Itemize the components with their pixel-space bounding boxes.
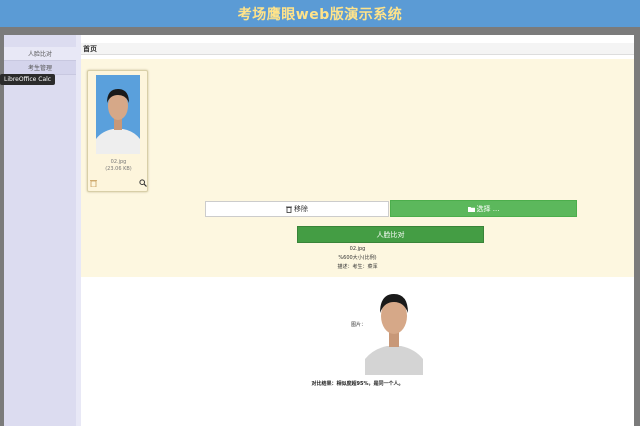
trash-icon[interactable]	[90, 179, 97, 187]
file-preview-card: 02.jpg (23.06 KB)	[87, 70, 148, 192]
right-border	[634, 35, 640, 426]
face-compare-button[interactable]: 人脸比对	[297, 226, 484, 243]
header-divider	[0, 27, 640, 35]
file-size: (23.06 KB)	[105, 166, 132, 172]
result-photo	[365, 279, 423, 375]
compare-result: 02.jpg %600大小(比例) 描述：考生：菜浑 图片： 对比结果：相似度超…	[81, 245, 634, 387]
candidate-photo-thumbnail	[96, 75, 140, 154]
sidebar-item-candidate-management[interactable]: 考生管理	[4, 61, 76, 75]
result-size: %600大小(比例)	[338, 255, 377, 261]
face-compare-button-label: 人脸比对	[376, 230, 405, 239]
remove-button-label: 移除	[294, 205, 308, 213]
remove-button[interactable]: 移除	[205, 201, 389, 217]
sidebar-item-label: 人脸比对	[27, 51, 52, 58]
zoom-icon[interactable]	[139, 179, 147, 187]
folder-open-icon	[467, 206, 475, 212]
main-content: 首页 02.jpg (23.06 KB) 移除 选择 ... 人脸比对 02.j…	[81, 35, 634, 426]
sidebar-item-face-compare[interactable]: 人脸比对	[4, 47, 76, 61]
result-image-label: 图片：	[351, 322, 367, 328]
sidebar: 人脸比对 考生管理	[4, 35, 76, 426]
trash-icon	[286, 206, 292, 213]
result-description: 描述：考生：菜浑	[337, 264, 378, 270]
result-conclusion: 对比结果：相似度超95%，是同一个人。	[311, 381, 404, 387]
result-filename: 02.jpg	[349, 246, 366, 252]
sidebar-item-label: 考生管理	[27, 65, 52, 72]
choose-file-button-label: 选择 ...	[476, 204, 500, 213]
file-name: 02.jpg	[110, 159, 127, 165]
page-title: 首页	[81, 43, 634, 55]
choose-file-button[interactable]: 选择 ...	[390, 200, 577, 217]
app-header: 考场鹰眼web版演示系统	[0, 0, 640, 27]
app-title: 考场鹰眼web版演示系统	[237, 6, 403, 23]
taskbar-tooltip: LibreOffice Calc	[0, 74, 56, 85]
